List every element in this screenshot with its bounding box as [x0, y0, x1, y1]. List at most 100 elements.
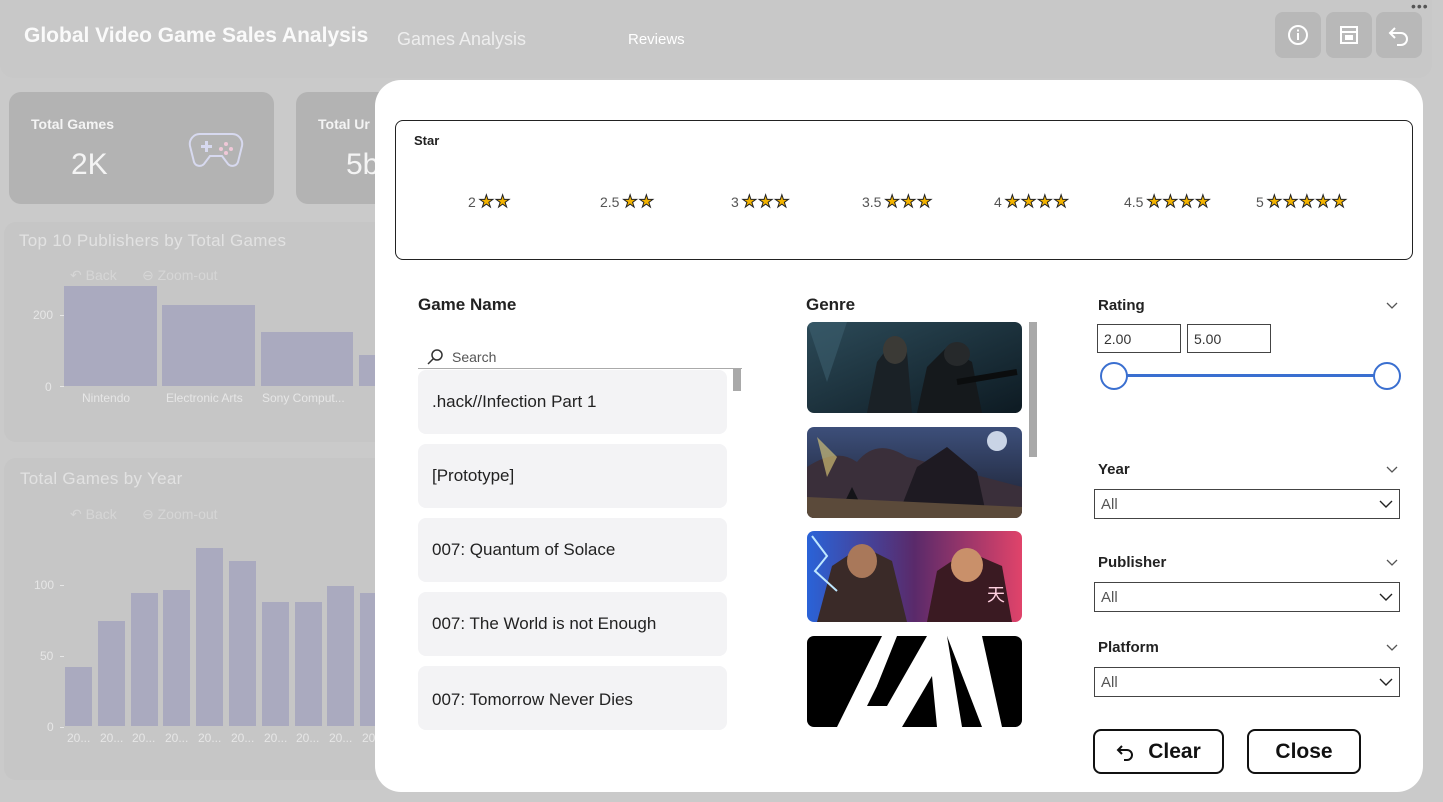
year-bar[interactable]: [131, 593, 158, 726]
game-list-item[interactable]: 007: Tomorrow Never Dies: [418, 666, 727, 730]
x-tick-label: 20...: [132, 731, 156, 745]
info-icon: [1288, 25, 1308, 45]
star-rating-icon: ★★: [478, 192, 512, 212]
star-option-2-5[interactable]: 2.5 ★★: [600, 192, 655, 212]
rating-slider-max-handle[interactable]: [1373, 362, 1401, 390]
publisher-header: Publisher: [1098, 554, 1398, 571]
star-rating-icon: ★★★★: [1004, 192, 1070, 212]
x-tick-label: 20...: [198, 731, 222, 745]
filter-panel-button[interactable]: [1326, 12, 1372, 58]
svg-text:天: 天: [987, 585, 1005, 606]
year-header: Year: [1098, 461, 1398, 478]
year-label: Year: [1098, 461, 1130, 478]
rating-label: Rating: [1098, 297, 1145, 314]
kpi-value: 2K: [71, 148, 108, 181]
year-bar[interactable]: [327, 586, 354, 726]
x-tick-label: 20...: [231, 731, 255, 745]
clear-button[interactable]: Clear: [1093, 729, 1224, 774]
publishers-chart-title: Top 10 Publishers by Total Games: [19, 231, 287, 250]
game-list-item[interactable]: [Prototype]: [418, 444, 727, 508]
zoom-out-button[interactable]: ⊖ Zoom-out: [142, 267, 218, 284]
year-bar[interactable]: [98, 621, 125, 726]
rating-slider-min-handle[interactable]: [1100, 362, 1128, 390]
platform-header: Platform: [1098, 639, 1398, 656]
year-bar[interactable]: [163, 590, 190, 726]
star-rating-icon: ★★★: [741, 192, 791, 212]
chevron-down-icon[interactable]: [1386, 466, 1398, 474]
chevron-down-icon: [1379, 593, 1393, 601]
y-tick-label: 0: [47, 720, 54, 734]
game-list-item[interactable]: 007: The World is not Enough: [418, 592, 727, 656]
game-list-item[interactable]: 007: Quantum of Solace: [418, 518, 727, 582]
tick-mark: [60, 585, 64, 586]
star-option-5[interactable]: 5 ★★★★★: [1256, 192, 1348, 212]
app-title: Global Video Game Sales Analysis: [24, 24, 369, 47]
nav-games-analysis[interactable]: Games Analysis: [397, 29, 526, 50]
genre-tile-logo[interactable]: [807, 636, 1022, 727]
pub-bar[interactable]: [261, 332, 353, 386]
x-tick-label: 20...: [362, 731, 375, 745]
pub-bar[interactable]: [359, 355, 375, 386]
genre-tile-fighting[interactable]: 天: [807, 531, 1022, 622]
x-tick-label: 20...: [67, 731, 91, 745]
info-button[interactable]: [1275, 12, 1321, 58]
star-option-3-5[interactable]: 3.5 ★★★: [862, 192, 933, 212]
pub-bar[interactable]: [64, 286, 157, 386]
close-button[interactable]: Close: [1247, 729, 1361, 774]
search-input[interactable]: [452, 348, 732, 365]
year-bar[interactable]: [196, 548, 223, 726]
x-tick-label: 20...: [100, 731, 124, 745]
kpi-label: Total Ur: [318, 116, 370, 132]
undo-icon: [1116, 744, 1134, 761]
fighting-game-art-image: 天: [807, 531, 1022, 622]
star-option-4-5[interactable]: 4.5 ★★★★: [1124, 192, 1211, 212]
x-tick-label: Electronic Arts: [166, 391, 243, 405]
genre-tile-shooter[interactable]: [807, 322, 1022, 413]
rating-min-input[interactable]: 2.00: [1097, 324, 1181, 353]
tick-mark: [60, 727, 64, 728]
close-button-label: Close: [1275, 739, 1333, 763]
star-slicer-title: Star: [414, 133, 440, 148]
dark-fantasy-art-image: [807, 427, 1022, 518]
kpi-label: Total Games: [31, 116, 114, 132]
clear-button-label: Clear: [1148, 739, 1201, 763]
rating-slider-track[interactable]: [1114, 374, 1388, 377]
year-dropdown[interactable]: All: [1094, 489, 1400, 519]
genre-scrollbar[interactable]: [1029, 322, 1037, 457]
more-options-icon[interactable]: •••: [1411, 0, 1429, 14]
publisher-dropdown[interactable]: All: [1094, 582, 1400, 612]
chevron-down-icon[interactable]: [1386, 302, 1398, 310]
game-list-item[interactable]: .hack//Infection Part 1: [418, 370, 727, 434]
star-option-value: 2: [468, 194, 476, 210]
chevron-down-icon: [1379, 500, 1393, 508]
publisher-label: Publisher: [1098, 554, 1167, 571]
star-option-value: 4: [994, 194, 1002, 210]
chevron-down-icon[interactable]: [1386, 559, 1398, 567]
nav-reviews[interactable]: Reviews: [628, 31, 685, 48]
star-option-value: 3.5: [862, 194, 882, 210]
star-option-3[interactable]: 3 ★★★: [731, 192, 791, 212]
platform-dropdown-value: All: [1101, 673, 1118, 691]
year-bar[interactable]: [65, 667, 92, 726]
year-bar[interactable]: [360, 593, 375, 726]
platform-dropdown[interactable]: All: [1094, 667, 1400, 697]
rating-max-input[interactable]: 5.00: [1187, 324, 1271, 353]
x-tick-label: 20...: [165, 731, 189, 745]
drill-back-button[interactable]: ↶ Back: [70, 506, 117, 523]
genre-tile-fantasy[interactable]: [807, 427, 1022, 518]
back-button[interactable]: [1376, 12, 1422, 58]
drill-back-button[interactable]: ↶ Back: [70, 267, 117, 284]
star-option-2[interactable]: 2 ★★: [468, 192, 511, 212]
pub-bar[interactable]: [162, 305, 255, 386]
star-option-4[interactable]: 4 ★★★★: [994, 192, 1070, 212]
star-rating-icon: ★★★: [884, 192, 934, 212]
year-bar[interactable]: [229, 561, 256, 726]
game-list-scrollbar[interactable]: [733, 369, 741, 391]
zoom-out-button[interactable]: ⊖ Zoom-out: [142, 506, 218, 523]
x-tick-label: 20...: [264, 731, 288, 745]
chevron-down-icon[interactable]: [1386, 644, 1398, 652]
year-bar[interactable]: [295, 602, 322, 726]
star-rating-icon: ★★: [622, 192, 655, 212]
search-box[interactable]: [418, 345, 742, 369]
year-bar[interactable]: [262, 602, 289, 726]
